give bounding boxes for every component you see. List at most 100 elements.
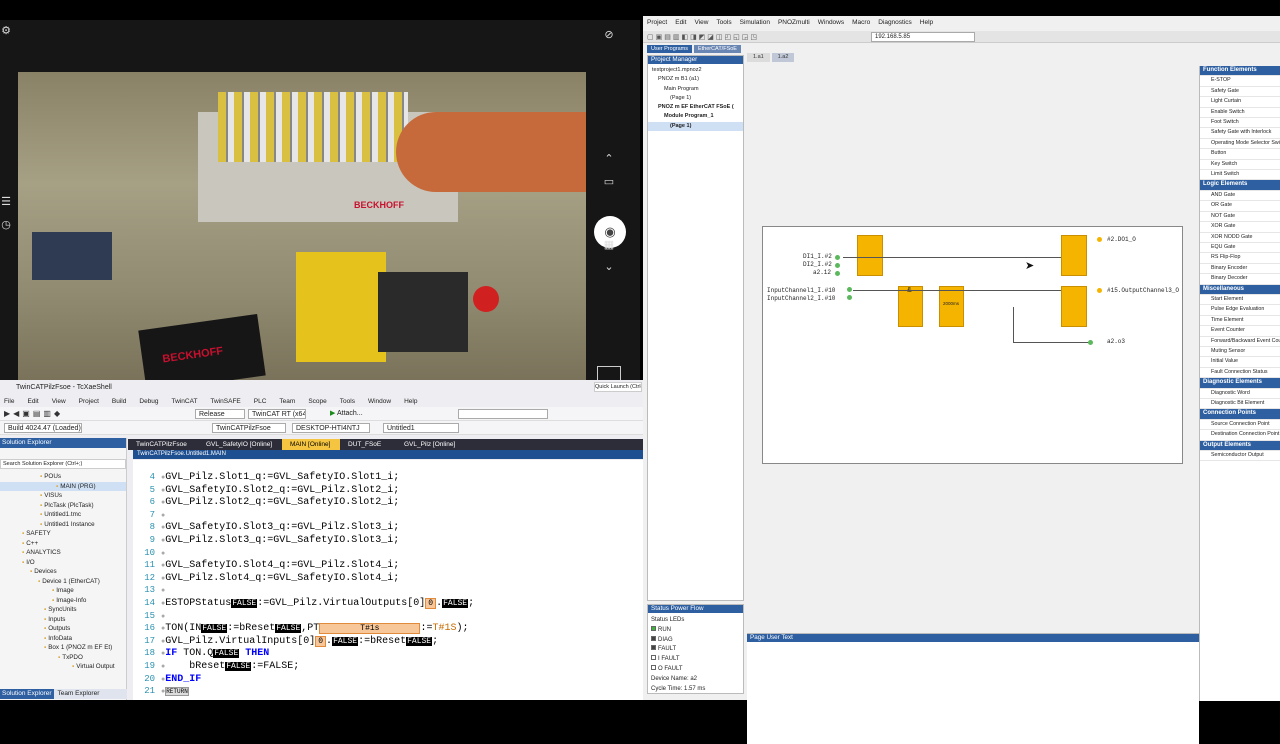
gear-icon[interactable]: ⚙ [0, 24, 16, 37]
attach-button[interactable]: ▶ Attach... [330, 409, 363, 417]
palette-item[interactable]: OR Gate [1200, 201, 1280, 212]
tree-item[interactable]: ▪ Untitled1.tmc [0, 510, 126, 520]
tree-item[interactable]: ▪ Image-Info [0, 596, 126, 606]
project-tree-item[interactable]: PNOZ m B1 (a1) [648, 75, 743, 84]
chevron-up-icon[interactable]: ⌃ [599, 152, 619, 165]
tab-team-explorer[interactable]: Team Explorer [55, 689, 101, 699]
tree-item[interactable]: ▪ Virtual Output [0, 662, 126, 672]
code-line[interactable]: 9 ●GVL_Pilz.Slot3_q:=GVL_SafetyIO.Slot3_i… [133, 535, 643, 548]
palette-item[interactable]: NOT Gate [1200, 212, 1280, 223]
doc-tab[interactable]: GVL_Pilz [Online] [396, 439, 466, 450]
code-line[interactable]: 10 ● [133, 548, 643, 561]
palette-item[interactable]: Binary Decoder [1200, 274, 1280, 285]
palette-item[interactable]: Initial Value [1200, 357, 1280, 368]
palette-section-diagnostic[interactable]: Diagnostic Elements [1200, 378, 1280, 389]
code-line[interactable]: 4 ●GVL_Pilz.Slot1_q:=GVL_SafetyIO.Slot1_i… [133, 472, 643, 485]
palette-item[interactable]: EQU Gate [1200, 243, 1280, 254]
tree-item[interactable]: ▪ Outputs [0, 624, 126, 634]
chevron-down-icon[interactable]: ⌄ [599, 260, 619, 273]
palette-item[interactable]: Event Counter [1200, 326, 1280, 337]
project-tree-item[interactable]: PNOZ m EF EtherCAT FSoE ( [648, 103, 743, 112]
doc-tab[interactable]: MAIN [Online] [282, 439, 340, 450]
palette-item[interactable]: Time Element [1200, 316, 1280, 327]
project-dropdown[interactable]: TwinCATPilzFsoe [212, 423, 286, 433]
palette-item[interactable]: Forward/Backward Event Counter [1200, 337, 1280, 347]
palette-item[interactable]: XOR NODD Gate [1200, 233, 1280, 243]
menu-plc[interactable]: PLC [254, 398, 267, 405]
tree-item[interactable]: ▪ VISUs [0, 491, 126, 501]
code-editor[interactable]: 4 ●GVL_Pilz.Slot1_q:=GVL_SafetyIO.Slot1_i… [133, 460, 643, 700]
code-line[interactable]: 21 ●RETURN [133, 686, 643, 699]
palette-section-logic_elements[interactable]: Logic Elements [1200, 180, 1280, 191]
tree-item[interactable]: ▪ SyncUnits [0, 605, 126, 615]
project-tree-item[interactable]: Main Program [648, 85, 743, 94]
pnoz-menu-diagnostics[interactable]: Diagnostics [878, 19, 912, 26]
pnoz-menu-project[interactable]: Project [647, 19, 667, 26]
palette-section-function_elements[interactable]: Function Elements [1200, 66, 1280, 77]
menu-scope[interactable]: Scope [308, 398, 326, 405]
menu-help[interactable]: Help [404, 398, 417, 405]
doc-tab[interactable]: GVL_SafetyIO [Online] [198, 439, 282, 450]
code-line[interactable]: 19 ● bResetFALSE:=FALSE; [133, 661, 643, 674]
palette-item[interactable]: E-STOP [1200, 76, 1280, 87]
palette-section-output_elements[interactable]: Output Elements [1200, 440, 1280, 452]
code-line[interactable]: 5 ●GVL_SafetyIO.Slot2_q:=GVL_Pilz.Slot2_i… [133, 485, 643, 498]
palette-item[interactable]: Source Connection Point [1200, 420, 1280, 431]
pnoz-menu-macro[interactable]: Macro [852, 19, 870, 26]
tree-item[interactable]: ▪ TxPDO [0, 653, 126, 663]
palette-item[interactable]: Foot Switch [1200, 118, 1280, 129]
palette-item[interactable]: Muting Sensor [1200, 347, 1280, 358]
config-dropdown[interactable]: Release [195, 409, 245, 419]
menu-team[interactable]: Team [279, 398, 295, 405]
tree-item[interactable]: ▪ Box 1 (PNOZ m EF Et) [0, 643, 126, 653]
pnoz-menu-tools[interactable]: Tools [716, 19, 731, 26]
tree-item[interactable]: ▪ I/O [0, 558, 126, 568]
palette-item[interactable]: XOR Gate [1200, 222, 1280, 233]
tree-item[interactable]: ▪ C++ [0, 539, 126, 549]
project-tree-item[interactable]: Module Program_1 [648, 112, 743, 121]
menu-project[interactable]: Project [79, 398, 99, 405]
platform-dropdown[interactable]: TwinCAT RT (x64) [248, 409, 306, 419]
tree-item[interactable]: ▪ PlcTask (PlcTask) [0, 501, 126, 511]
menu-file[interactable]: File [4, 398, 14, 405]
solution-search-input[interactable]: Search Solution Explorer (Ctrl+;) [0, 459, 126, 469]
tree-item[interactable]: ▪ SAFETY [0, 529, 126, 539]
code-line[interactable]: 14 ●ESTOPStatusFALSE:=GVL_Pilz.VirtualOut… [133, 597, 643, 611]
palette-item[interactable]: AND Gate [1200, 191, 1280, 202]
menu-debug[interactable]: Debug [139, 398, 158, 405]
code-line[interactable]: 13 ● [133, 585, 643, 598]
palette-item[interactable]: Diagnostic Word [1200, 389, 1280, 399]
camera-off-icon[interactable]: ⊘ [599, 28, 619, 41]
video-icon[interactable]: ▭ [599, 175, 619, 188]
code-line[interactable]: 18 ●IF TON.QFALSE THEN [133, 648, 643, 661]
grid-icon[interactable]: ▦ [599, 238, 619, 251]
tree-item[interactable]: ▪ Image [0, 586, 126, 596]
palette-item[interactable]: Button [1200, 149, 1280, 160]
tree-item[interactable]: ▪ InfoData [0, 634, 126, 644]
diagram-page[interactable]: DI1_I.#2 DI2_I.#2 a2.12 InputChannel1_I.… [762, 226, 1183, 464]
output-block-2[interactable] [1061, 286, 1087, 327]
palette-item[interactable]: Operating Mode Selector Switch [1200, 139, 1280, 150]
pnoz-menu-pnozmulti[interactable]: PNOZmulti [778, 19, 810, 26]
palette-item[interactable]: Binary Encoder [1200, 264, 1280, 275]
pnoz-menu-edit[interactable]: Edit [675, 19, 686, 26]
code-line[interactable]: 12 ●GVL_Pilz.Slot4_q:=GVL_SafetyIO.Slot4_… [133, 573, 643, 586]
search-box[interactable] [458, 409, 548, 419]
thumbnail-frame[interactable] [597, 366, 621, 380]
project-tree-item[interactable]: testproject1.mpnoz2 [648, 66, 743, 75]
code-line[interactable]: 11 ●GVL_SafetyIO.Slot4_q:=GVL_Pilz.Slot4_… [133, 560, 643, 573]
menu-twincat[interactable]: TwinCAT [172, 398, 198, 405]
pnoz-menu-simulation[interactable]: Simulation [740, 19, 770, 26]
palette-section-misc[interactable]: Miscellaneous [1200, 284, 1280, 295]
tree-item[interactable]: ▪ ANALYTICS [0, 548, 126, 558]
code-line[interactable]: 17 ●GVL_Pilz.VirtualInputs[0] 0 .FALSE:=bRe… [133, 635, 643, 649]
menu-window[interactable]: Window [368, 398, 391, 405]
tree-item[interactable]: ▪ Devices [0, 567, 126, 577]
tree-item[interactable]: ▪ POUs [0, 472, 126, 482]
palette-item[interactable]: Semiconductor Output [1200, 451, 1280, 462]
code-line[interactable]: 15 ● [133, 611, 643, 624]
palette-item[interactable]: RS Flip-Flop [1200, 253, 1280, 264]
palette-item[interactable]: Fault Connection Status [1200, 368, 1280, 379]
palette-item[interactable]: Key Switch [1200, 160, 1280, 171]
pnoz-menu-help[interactable]: Help [920, 19, 933, 26]
